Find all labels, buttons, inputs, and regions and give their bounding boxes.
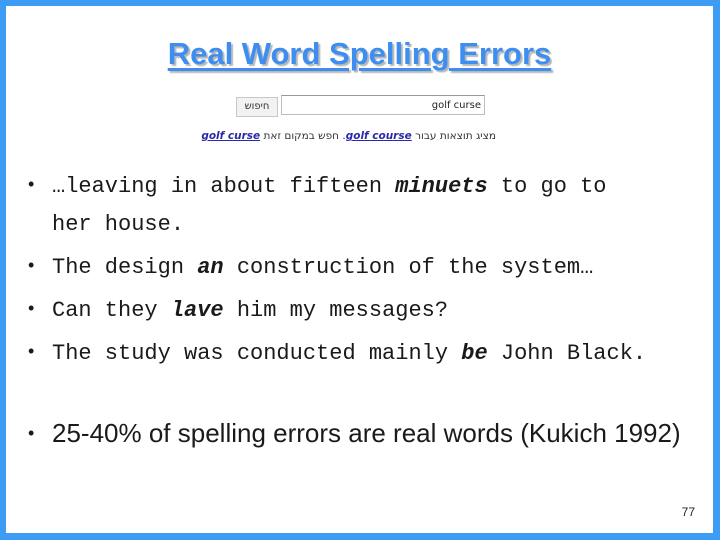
error-word: minuets [395, 174, 488, 199]
original-query-link[interactable]: golf curse [201, 130, 260, 142]
search-input[interactable]: golf curse [281, 95, 485, 115]
statistic-text: 25-40% of spelling errors are real words… [52, 418, 681, 448]
bullet-icon: • [28, 255, 35, 275]
error-word: be [461, 341, 488, 366]
error-word: an [197, 255, 224, 280]
google-search-screenshot: חיפוש golf curse מציג תוצאות עבור golf c… [200, 90, 500, 150]
bullet-icon: • [28, 174, 35, 194]
spelling-suggestion: מציג תוצאות עבור golf course. חפש במקום … [201, 130, 496, 142]
error-word: lave [170, 298, 224, 323]
bullet-icon: • [28, 423, 35, 443]
page-number: 77 [681, 505, 695, 519]
search-button[interactable]: חיפוש [236, 97, 278, 117]
slide: Real Word Spelling Errors חיפוש golf cur… [6, 6, 713, 533]
suggestion-prefix: מציג תוצאות עבור [411, 130, 496, 142]
bullet-icon: • [28, 341, 35, 361]
bullet-icon: • [28, 298, 35, 318]
suggestion-middle: . חפש במקום זאת [260, 130, 346, 142]
slide-title: Real Word Spelling Errors [167, 36, 552, 71]
corrected-query-link[interactable]: golf course [346, 130, 412, 142]
